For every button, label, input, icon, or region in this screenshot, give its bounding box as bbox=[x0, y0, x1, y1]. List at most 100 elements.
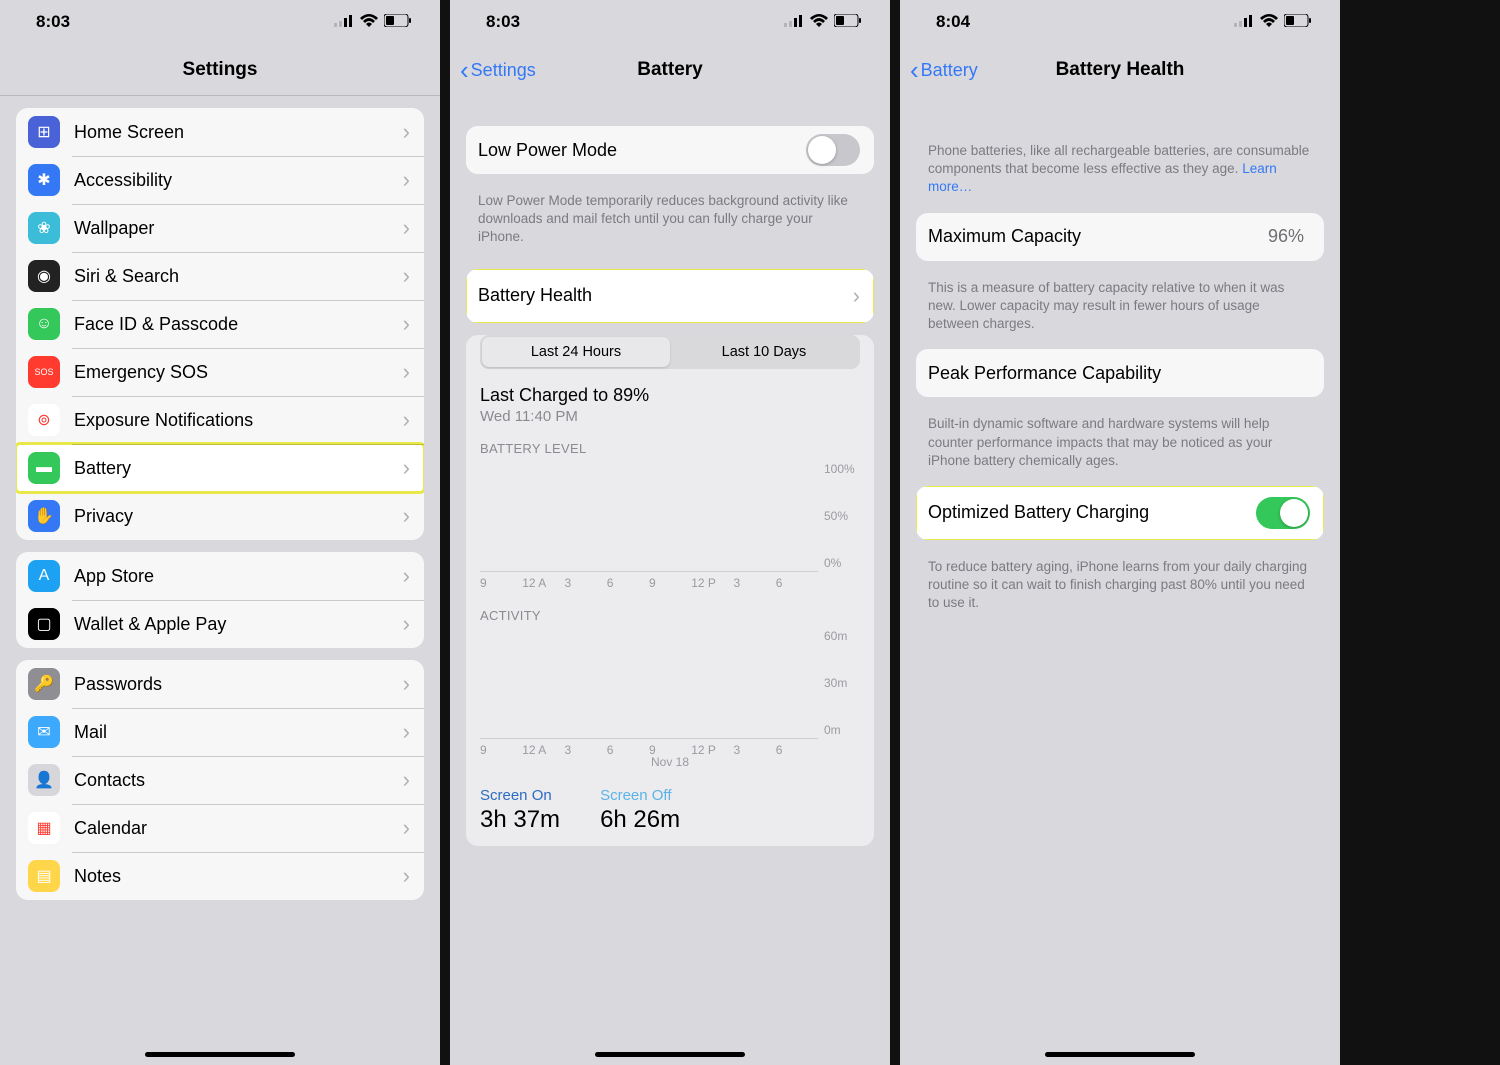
battery-screen: 8:03 ‹ Settings Battery Low Power Mode L… bbox=[450, 0, 890, 1065]
settings-row-notes[interactable]: ▤ Notes› bbox=[16, 852, 424, 900]
battery-icon bbox=[1284, 12, 1312, 32]
signal-icon bbox=[1234, 12, 1254, 32]
row-label: Privacy bbox=[74, 506, 403, 527]
battery-health-row[interactable]: Battery Health › bbox=[466, 269, 874, 323]
settings-row-wallpaper[interactable]: ❀Wallpaper› bbox=[16, 204, 424, 252]
chevron-right-icon: › bbox=[853, 283, 860, 309]
max-capacity-footer: This is a measure of battery capacity re… bbox=[900, 273, 1340, 338]
home-indicator[interactable] bbox=[1045, 1052, 1195, 1057]
y-tick: 100% bbox=[824, 462, 860, 476]
optimized-charging-footer: To reduce battery aging, iPhone learns f… bbox=[900, 552, 1340, 617]
time-range-segmented[interactable]: Last 24 Hours Last 10 Days bbox=[480, 335, 860, 369]
page-title: Settings bbox=[0, 59, 440, 81]
low-power-group: Low Power Mode bbox=[466, 126, 874, 174]
screen-off-value: 6h 26m bbox=[600, 806, 680, 834]
chevron-right-icon: › bbox=[403, 359, 410, 385]
wifi-icon bbox=[810, 12, 828, 32]
row-label: Siri & Search bbox=[74, 266, 403, 287]
emergency-sos-icon: SOS bbox=[28, 356, 60, 388]
battery-level-chart: 100%50%0% bbox=[480, 462, 860, 572]
screen-off-stat: Screen Off 6h 26m bbox=[600, 787, 680, 834]
screen-on-value: 3h 37m bbox=[480, 806, 560, 834]
settings-row-app-store[interactable]: AApp Store› bbox=[16, 552, 424, 600]
optimized-charging-group: Optimized Battery Charging bbox=[916, 486, 1324, 540]
settings-row-siri-search[interactable]: ◉Siri & Search› bbox=[16, 252, 424, 300]
settings-row-exposure-notifications[interactable]: ⊚Exposure Notifications› bbox=[16, 396, 424, 444]
chevron-right-icon: › bbox=[403, 611, 410, 637]
row-label: Emergency SOS bbox=[74, 362, 403, 383]
row-label: App Store bbox=[74, 566, 403, 587]
battery-icon bbox=[384, 12, 412, 32]
row-label: Notes bbox=[74, 866, 403, 887]
status-icons bbox=[334, 12, 412, 32]
chevron-left-icon: ‹ bbox=[460, 57, 469, 83]
chevron-right-icon: › bbox=[403, 671, 410, 697]
screen-on-stat: Screen On 3h 37m bbox=[480, 787, 560, 834]
chevron-right-icon: › bbox=[403, 815, 410, 841]
face-id-passcode-icon: ☺ bbox=[28, 308, 60, 340]
settings-group-3: 🔑Passwords›✉Mail›👤Contacts›▦Calendar› ▤ No… bbox=[16, 660, 424, 900]
nav-header: ‹ Battery Battery Health bbox=[900, 44, 1340, 96]
row-label: Face ID & Passcode bbox=[74, 314, 403, 335]
battery-icon: ▬ bbox=[28, 452, 60, 484]
settings-row-home-screen[interactable]: ⊞Home Screen› bbox=[16, 108, 424, 156]
chevron-right-icon: › bbox=[403, 563, 410, 589]
wallpaper-icon: ❀ bbox=[28, 212, 60, 244]
optimized-charging-toggle[interactable] bbox=[1256, 497, 1310, 529]
back-button[interactable]: ‹ Battery bbox=[910, 57, 978, 83]
home-indicator[interactable] bbox=[145, 1052, 295, 1057]
home-indicator[interactable] bbox=[595, 1052, 745, 1057]
settings-row-emergency-sos[interactable]: SOS Emergency SOS› bbox=[16, 348, 424, 396]
settings-row-contacts[interactable]: 👤Contacts› bbox=[16, 756, 424, 804]
x-tick: 6 bbox=[607, 743, 649, 757]
privacy-icon: ✋ bbox=[28, 500, 60, 532]
peak-perf-footer: Built-in dynamic software and hardware s… bbox=[900, 409, 1340, 474]
low-power-toggle[interactable] bbox=[806, 134, 860, 166]
x-tick: 12 A bbox=[522, 743, 564, 757]
status-icons bbox=[1234, 12, 1312, 32]
accessibility-icon: ✱ bbox=[28, 164, 60, 196]
settings-row-face-id-passcode[interactable]: ☺Face ID & Passcode› bbox=[16, 300, 424, 348]
y-tick: 50% bbox=[824, 509, 860, 523]
max-capacity-label: Maximum Capacity bbox=[928, 226, 1268, 247]
row-label: Home Screen bbox=[74, 122, 403, 143]
wifi-icon bbox=[360, 12, 378, 32]
x-tick: 3 bbox=[565, 576, 607, 590]
x-tick: 12 P bbox=[691, 743, 733, 757]
row-label: Accessibility bbox=[74, 170, 403, 191]
settings-row-wallet-apple-pay[interactable]: ▢Wallet & Apple Pay› bbox=[16, 600, 424, 648]
battery-usage-card: Last 24 Hours Last 10 Days Last Charged … bbox=[466, 335, 874, 846]
notes-icon: ▤ bbox=[28, 860, 60, 892]
settings-row-accessibility[interactable]: ✱ Accessibility› bbox=[16, 156, 424, 204]
x-tick: 3 bbox=[734, 743, 776, 757]
low-power-mode-row[interactable]: Low Power Mode bbox=[466, 126, 874, 174]
chevron-right-icon: › bbox=[403, 863, 410, 889]
screen-on-label: Screen On bbox=[480, 787, 560, 804]
settings-group-1: ⊞Home Screen›✱Accessibility›❀Wallpaper›◉… bbox=[16, 108, 424, 540]
max-capacity-row[interactable]: Maximum Capacity 96% bbox=[916, 213, 1324, 261]
chevron-right-icon: › bbox=[403, 263, 410, 289]
settings-row-battery[interactable]: ▬Battery› bbox=[16, 444, 424, 492]
back-button[interactable]: ‹ Settings bbox=[460, 57, 536, 83]
optimized-charging-row[interactable]: Optimized Battery Charging bbox=[916, 486, 1324, 540]
chevron-right-icon: › bbox=[403, 167, 410, 193]
back-label: Battery bbox=[921, 60, 978, 81]
chart-date: Nov 18 bbox=[480, 755, 860, 769]
y-tick: 0m bbox=[824, 723, 860, 737]
chevron-right-icon: › bbox=[403, 119, 410, 145]
x-tick: 6 bbox=[776, 743, 818, 757]
x-tick: 6 bbox=[607, 576, 649, 590]
peak-perf-row[interactable]: Peak Performance Capability bbox=[916, 349, 1324, 397]
row-label: Wallet & Apple Pay bbox=[74, 614, 403, 635]
settings-row-mail[interactable]: ✉Mail› bbox=[16, 708, 424, 756]
seg-last-24h[interactable]: Last 24 Hours bbox=[482, 337, 670, 367]
screen-off-label: Screen Off bbox=[600, 787, 680, 804]
settings-row-calendar[interactable]: ▦Calendar› bbox=[16, 804, 424, 852]
settings-row-privacy[interactable]: ✋Privacy› bbox=[16, 492, 424, 540]
signal-icon bbox=[334, 12, 354, 32]
settings-row-passwords[interactable]: 🔑Passwords› bbox=[16, 660, 424, 708]
status-bar: 8:03 bbox=[0, 0, 440, 44]
y-tick: 30m bbox=[824, 676, 860, 690]
battery-level-title: BATTERY LEVEL bbox=[480, 441, 860, 456]
seg-last-10d[interactable]: Last 10 Days bbox=[670, 337, 858, 367]
